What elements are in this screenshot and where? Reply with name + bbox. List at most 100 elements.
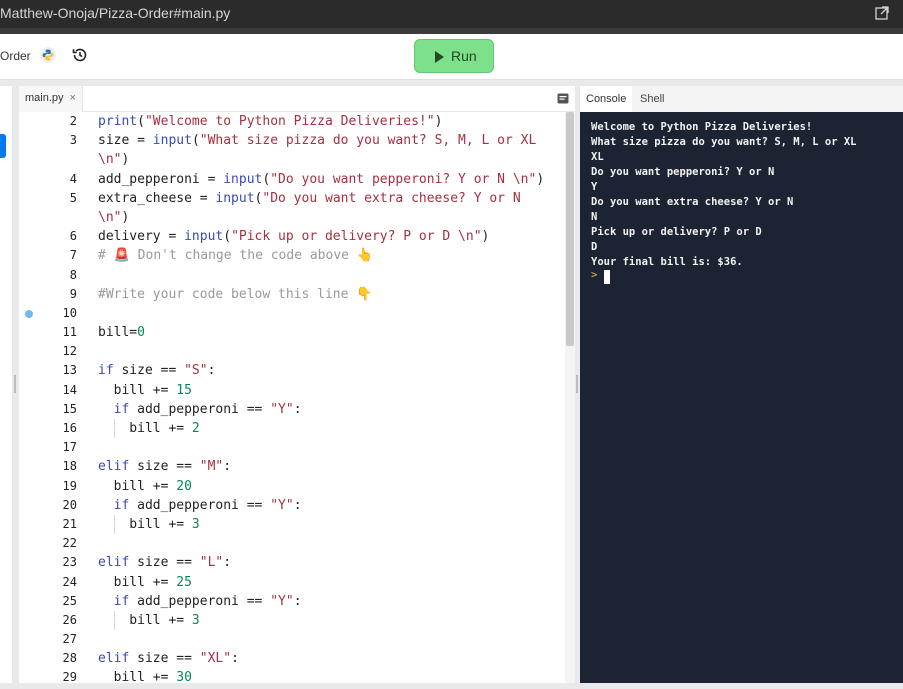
code-token: ) bbox=[481, 229, 490, 245]
code-line[interactable]: 13 if size == "S": bbox=[19, 361, 565, 380]
line-number: 12 bbox=[62, 344, 77, 359]
code-token: \n" bbox=[98, 209, 122, 225]
code-token: size == bbox=[129, 651, 200, 667]
code-line[interactable]: \n") bbox=[19, 150, 565, 169]
code-line[interactable]: 27 bbox=[19, 630, 565, 649]
code-token: ) bbox=[434, 114, 443, 129]
code-token: elif bbox=[98, 555, 130, 571]
code-token: if bbox=[113, 497, 130, 513]
code-token: 2 bbox=[191, 421, 200, 436]
code-line[interactable]: 7 # 🚨 Don't change the code above 👆 bbox=[19, 246, 565, 265]
code-token: input bbox=[152, 133, 192, 149]
code-text: if add_pepperoni == "Y": bbox=[98, 592, 302, 611]
line-number: 9 bbox=[69, 286, 77, 301]
code-line[interactable]: 29 bill += 30 bbox=[19, 668, 565, 683]
code-token: input bbox=[223, 171, 263, 187]
console-line: Your final bill is: $36. bbox=[591, 256, 743, 268]
code-line[interactable]: 9 #Write your code below this line 👇 bbox=[19, 285, 565, 304]
code-token: 3 bbox=[191, 612, 200, 628]
code-line[interactable]: 26 bill += 3 bbox=[19, 610, 565, 631]
pane-resize-handle[interactable] bbox=[576, 375, 578, 393]
editor-scrollbar-thumb[interactable] bbox=[566, 112, 574, 346]
code-token: add_pepperoni == bbox=[129, 401, 271, 417]
code-line[interactable]: 2 print("Welcome to Python Pizza Deliveri… bbox=[19, 112, 565, 131]
console-output[interactable]: Welcome to Python Pizza Deliveries! What … bbox=[591, 120, 897, 270]
code-token: 3 bbox=[191, 516, 200, 532]
code-line[interactable]: 21 bill += 3 bbox=[19, 514, 565, 535]
code-line[interactable]: 18 elif size == "M": bbox=[19, 457, 565, 476]
code-text: bill=0 bbox=[98, 323, 145, 342]
tab-main-py[interactable]: main.py × bbox=[19, 86, 83, 112]
code-line[interactable]: 25 if add_pepperoni == "Y": bbox=[19, 592, 565, 611]
code-editor[interactable]: 2 print("Welcome to Python Pizza Deliveri… bbox=[19, 112, 565, 683]
code-text: bill += 15 bbox=[98, 381, 192, 400]
line-number: 23 bbox=[62, 555, 77, 570]
repl-url[interactable]: Matthew-Onoja/Pizza-Order#main.py bbox=[0, 5, 230, 21]
python-logo-icon[interactable] bbox=[40, 47, 56, 63]
code-line[interactable]: 4 add_pepperoni = input("Do you want pepp… bbox=[19, 170, 565, 189]
code-line[interactable]: 11 bill=0 bbox=[19, 323, 565, 342]
code-text: extra_cheese = input("Do you want extra … bbox=[98, 189, 521, 208]
code-line[interactable]: 28 elif size == "XL": bbox=[19, 649, 565, 668]
code-token: bill += bbox=[98, 421, 192, 436]
code-text: elif size == "L": bbox=[98, 553, 231, 572]
tab-shell[interactable]: Shell bbox=[634, 86, 670, 112]
tab-label: main.py bbox=[25, 92, 64, 104]
tab-console[interactable]: Console bbox=[580, 86, 633, 112]
workspace-toolbar: Order Run bbox=[0, 34, 903, 80]
line-number: 21 bbox=[62, 516, 77, 531]
code-token: "Y" bbox=[270, 497, 294, 513]
console-line: Pick up or delivery? P or D bbox=[591, 226, 762, 238]
history-icon[interactable] bbox=[71, 46, 89, 64]
code-text: elif size == "XL": bbox=[98, 649, 239, 668]
code-token: 20 bbox=[176, 478, 192, 494]
code-line[interactable]: 12 bbox=[19, 342, 565, 361]
code-line[interactable]: 20 if add_pepperoni == "Y": bbox=[19, 496, 565, 515]
line-number: 22 bbox=[62, 536, 77, 551]
code-line[interactable]: \n") bbox=[19, 208, 565, 227]
console-line: Do you want extra cheese? Y or N bbox=[591, 196, 794, 208]
code-line[interactable]: 22 bbox=[19, 534, 565, 553]
code-line[interactable]: 5 extra_cheese = input("Do you want extra… bbox=[19, 189, 565, 208]
code-line[interactable]: 8 bbox=[19, 266, 565, 285]
code-line[interactable]: 14 bill += 15 bbox=[19, 381, 565, 400]
run-button[interactable]: Run bbox=[414, 39, 494, 73]
browser-url-bar: Matthew-Onoja/Pizza-Order#main.py bbox=[0, 0, 903, 28]
code-line[interactable]: 3 size = input("What size pizza do you wa… bbox=[19, 131, 565, 150]
code-token: "Y" bbox=[270, 401, 294, 417]
open-external-icon[interactable] bbox=[875, 6, 889, 20]
code-token: input bbox=[184, 229, 224, 245]
code-line[interactable]: 6 delivery = input("Pick up or delivery? … bbox=[19, 227, 565, 246]
sidebar-resize-handle[interactable] bbox=[14, 375, 16, 393]
console-cursor[interactable] bbox=[604, 270, 610, 284]
code-line[interactable]: 15 if add_pepperoni == "Y": bbox=[19, 400, 565, 419]
code-line[interactable]: 16 bill += 2 bbox=[19, 419, 565, 439]
code-text: add_pepperoni = input("Do you want peppe… bbox=[98, 170, 544, 189]
code-text: bill += 3 bbox=[98, 611, 200, 630]
code-token: bill= bbox=[98, 325, 138, 341]
sidebar-active-indicator[interactable] bbox=[0, 134, 6, 158]
code-line[interactable]: 17 bbox=[19, 438, 565, 457]
panel-toggle-icon[interactable] bbox=[557, 93, 569, 104]
code-token: elif bbox=[98, 459, 130, 475]
code-token: size == bbox=[129, 555, 200, 571]
line-number: 27 bbox=[62, 632, 77, 647]
repl-name[interactable]: Order bbox=[0, 49, 31, 63]
close-icon[interactable]: × bbox=[70, 92, 76, 104]
code-token: "L" bbox=[199, 555, 224, 571]
code-token: 30 bbox=[176, 670, 192, 683]
code-token: 0 bbox=[137, 325, 145, 341]
code-line[interactable]: 23 elif size == "L": bbox=[19, 553, 565, 572]
code-line[interactable]: 19 bill += 20 bbox=[19, 477, 565, 496]
editor-scrollbar[interactable] bbox=[565, 112, 575, 683]
code-text: #Write your code below this line 👇 bbox=[98, 285, 372, 304]
console-line: Do you want pepperoni? Y or N bbox=[591, 166, 775, 178]
code-line[interactable]: 24 bill += 25 bbox=[19, 573, 565, 592]
code-text: bill += 2 bbox=[98, 419, 200, 438]
code-token: "M" bbox=[199, 459, 224, 475]
code-token: ) bbox=[121, 152, 130, 168]
code-token: : bbox=[293, 593, 302, 609]
code-line[interactable]: 10 bbox=[19, 304, 565, 323]
line-number: 7 bbox=[69, 248, 77, 263]
